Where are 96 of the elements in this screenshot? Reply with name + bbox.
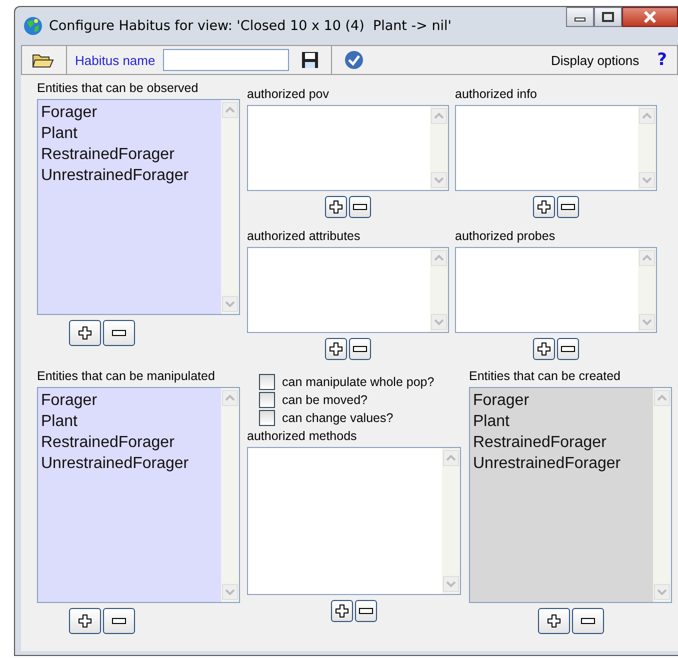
checkmark-icon — [344, 50, 364, 70]
plus-icon — [537, 200, 551, 214]
remove-button[interactable] — [103, 320, 135, 346]
scroll-down-icon — [431, 314, 447, 330]
add-button[interactable] — [331, 600, 353, 622]
remove-button[interactable] — [349, 338, 371, 360]
section-label: Entities that can be created — [469, 369, 622, 385]
section-label: Entities that can be observed — [37, 81, 200, 97]
globe-icon — [23, 16, 43, 36]
scroll-down-icon — [654, 584, 670, 600]
minus-icon — [359, 608, 373, 614]
add-button[interactable] — [325, 338, 347, 360]
habitus-name-label: Habitus name — [75, 52, 156, 68]
plus-icon — [537, 342, 551, 356]
section-label: authorized info — [455, 87, 538, 103]
add-button[interactable] — [69, 608, 101, 634]
section-label: authorized methods — [247, 429, 358, 445]
checkbox[interactable] — [259, 392, 275, 408]
scroll-up-icon — [431, 250, 447, 266]
scroll-down-icon — [443, 576, 459, 592]
minus-icon — [353, 204, 367, 210]
scroll-down-icon — [639, 314, 655, 330]
maximize-icon — [602, 12, 614, 22]
scroll-up-icon — [639, 250, 655, 266]
add-button[interactable] — [533, 196, 555, 218]
checkbox[interactable] — [259, 374, 275, 390]
list-box[interactable] — [455, 105, 657, 191]
scrollbar[interactable] — [430, 106, 448, 190]
section-label: Entities that can be manipulated — [37, 369, 216, 385]
list-item[interactable]: Plant — [41, 411, 218, 432]
remove-button[interactable] — [557, 196, 579, 218]
add-button[interactable] — [325, 196, 347, 218]
display-options-link[interactable]: Display options — [550, 52, 640, 68]
list-box[interactable] — [247, 105, 449, 191]
remove-button[interactable] — [349, 196, 371, 218]
add-button[interactable] — [538, 608, 570, 634]
minimize-button[interactable] — [566, 7, 594, 27]
list-box[interactable]: Forager Plant RestrainedForager UnrestrainedForager — [37, 99, 240, 315]
scrollbar[interactable] — [221, 388, 239, 602]
scrollbar[interactable] — [430, 248, 448, 332]
list-item[interactable]: RestrainedForager — [41, 144, 218, 165]
help-link[interactable]: ? — [657, 50, 667, 70]
scrollbar[interactable] — [221, 100, 239, 314]
window-title: Configure Habitus for view: 'Closed 10 x 10 (4) Plant -> nil' — [49, 18, 452, 34]
list-item[interactable]: UnrestrainedForager — [41, 453, 218, 474]
scroll-down-icon — [639, 172, 655, 188]
checkbox-label: can manipulate whole pop? — [282, 375, 434, 389]
minus-icon — [561, 346, 575, 352]
checkbox-label: can change values? — [282, 411, 394, 425]
list-box[interactable] — [247, 247, 449, 333]
scrollbar[interactable] — [638, 248, 656, 332]
add-button[interactable] — [69, 320, 101, 346]
scroll-up-icon — [222, 390, 238, 406]
checkbox-label: can be moved? — [282, 393, 368, 407]
scroll-down-icon — [431, 172, 447, 188]
list-item[interactable]: Forager — [41, 390, 218, 411]
section-label: authorized probes — [455, 229, 556, 245]
maximize-button[interactable] — [594, 7, 622, 27]
remove-button[interactable] — [572, 608, 604, 634]
plus-icon — [546, 614, 560, 628]
plus-icon — [78, 614, 92, 628]
list-box[interactable]: Forager Plant RestrainedForager UnrestrainedForager — [37, 387, 240, 603]
minus-icon — [580, 618, 594, 624]
scrollbar[interactable] — [638, 106, 656, 190]
minus-icon — [112, 330, 126, 336]
remove-button[interactable] — [557, 338, 579, 360]
list-item[interactable]: RestrainedForager — [41, 432, 218, 453]
scroll-up-icon — [222, 102, 238, 118]
scroll-up-icon — [443, 450, 459, 466]
scroll-up-icon — [639, 108, 655, 124]
scroll-up-icon — [654, 390, 670, 406]
close-button[interactable] — [622, 7, 678, 27]
section-label: authorized pov — [247, 87, 330, 103]
list-item[interactable]: Plant — [41, 123, 218, 144]
list-box[interactable] — [455, 247, 657, 333]
section-label: authorized attributes — [247, 229, 362, 245]
scrollbar[interactable] — [442, 448, 460, 594]
checkbox[interactable] — [259, 410, 275, 426]
scroll-down-icon — [222, 584, 238, 600]
minus-icon — [353, 346, 367, 352]
scroll-down-icon — [222, 296, 238, 312]
plus-icon — [329, 200, 343, 214]
plus-icon — [335, 604, 349, 618]
habitus-name-field[interactable] — [163, 49, 290, 71]
plus-icon — [329, 342, 343, 356]
add-button[interactable] — [533, 338, 555, 360]
plus-icon — [78, 326, 92, 340]
minus-icon — [561, 204, 575, 210]
list-item[interactable]: Forager — [41, 102, 218, 123]
list-box[interactable] — [247, 447, 461, 595]
minus-icon — [112, 618, 126, 624]
scroll-up-icon — [431, 108, 447, 124]
remove-button[interactable] — [355, 600, 377, 622]
remove-button[interactable] — [103, 608, 135, 634]
close-icon — [643, 11, 657, 23]
list-item[interactable]: UnrestrainedForager — [41, 165, 218, 186]
